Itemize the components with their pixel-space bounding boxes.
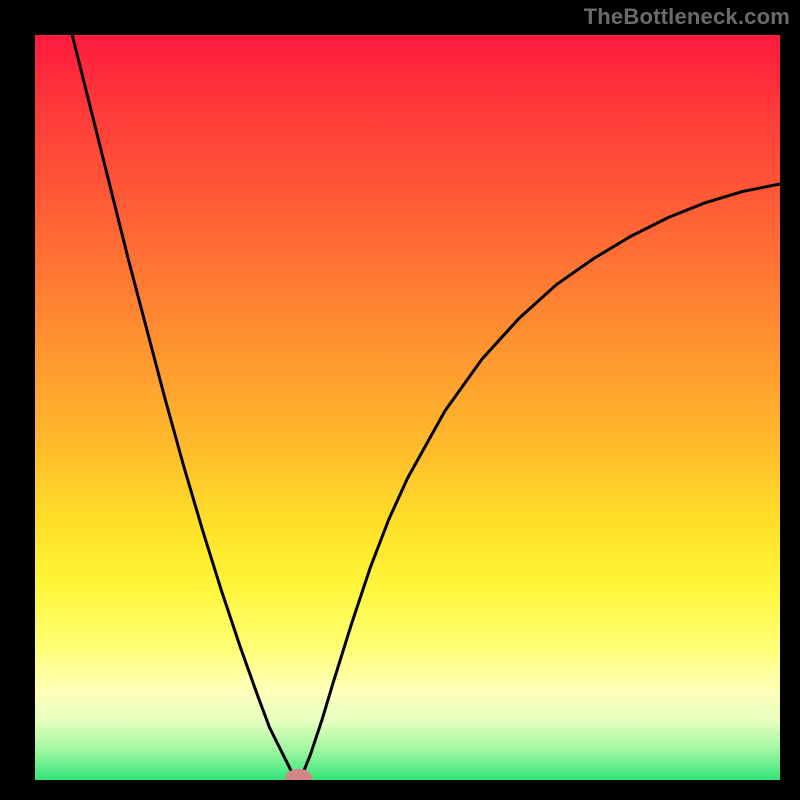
chart-frame: TheBottleneck.com [0, 0, 800, 800]
watermark-text: TheBottleneck.com [584, 4, 790, 30]
curve-svg [35, 35, 780, 780]
plot-area [35, 35, 780, 780]
curve-right-branch [300, 184, 780, 780]
curve-left-branch [72, 35, 297, 780]
